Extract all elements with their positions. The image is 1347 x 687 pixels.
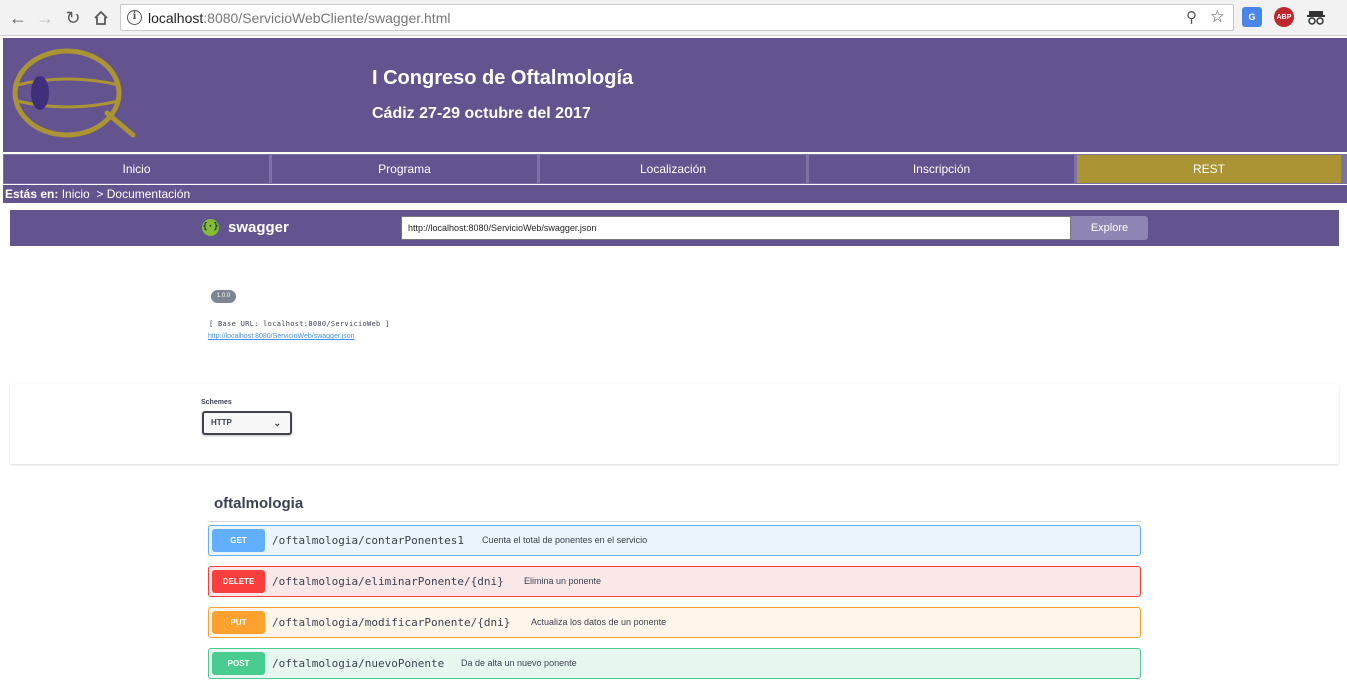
menu-item-rest[interactable]: REST — [1077, 155, 1341, 183]
base-url: [ Base URL: localhost:8080/ServicioWeb ] — [209, 320, 390, 328]
tag-title[interactable]: oftalmologia — [214, 495, 303, 512]
chevron-down-icon: ⌄ — [273, 418, 281, 428]
reload-icon[interactable]: ↻ — [61, 6, 85, 30]
operation-get[interactable]: GET /oftalmologia/contarPonentes1 Cuenta… — [208, 525, 1141, 556]
adblock-extension-label: ABP — [1276, 13, 1292, 21]
site-header: I Congreso de Oftalmología Cádiz 27-29 o… — [3, 38, 1347, 152]
site-title: I Congreso de Oftalmología — [372, 67, 634, 89]
translate-extension-label: G — [1248, 12, 1256, 22]
method-badge: GET — [212, 529, 265, 552]
breadcrumb: Estás en: Inicio > Documentación — [3, 185, 1347, 203]
operation-path: /oftalmologia/contarPonentes1 — [272, 534, 465, 547]
address-bar[interactable]: i localhost:8080/ServicioWebCliente/swag… — [120, 4, 1234, 31]
spec-link[interactable]: http://localhost:8080/ServicioWeb/swagge… — [208, 333, 355, 340]
menu-item-inscripcion[interactable]: Inscripción — [809, 155, 1074, 183]
zoom-icon[interactable]: ⚲ — [1186, 8, 1197, 26]
adblock-extension-icon[interactable]: ABP — [1274, 7, 1294, 27]
translate-extension-icon[interactable]: G — [1242, 7, 1262, 27]
address-path: :8080/ServicioWebCliente/swagger.html — [203, 10, 451, 26]
method-badge: DELETE — [212, 570, 265, 593]
swagger-topbar: {·} swagger Explore — [10, 210, 1339, 246]
operation-put[interactable]: PUT /oftalmologia/modificarPonente/{dni}… — [208, 607, 1141, 638]
site-subtitle: Cádiz 27-29 octubre del 2017 — [372, 105, 591, 122]
method-badge: PUT — [212, 611, 265, 634]
forward-arrow-icon[interactable]: → — [33, 6, 57, 30]
main-menu: Inicio Programa Localización Inscripción… — [3, 154, 1347, 184]
schemes-select[interactable]: HTTP ⌄ — [202, 411, 292, 435]
swagger-brand: swagger — [228, 219, 289, 236]
address-host: localhost — [148, 10, 204, 26]
page-content: I Congreso de Oftalmología Cádiz 27-29 o… — [0, 36, 1347, 687]
breadcrumb-home-link[interactable]: Inicio — [62, 187, 90, 201]
menu-item-programa[interactable]: Programa — [272, 155, 537, 183]
schemes-selected-value: HTTP — [211, 418, 232, 427]
operation-summary: Cuenta el total de ponentes en el servic… — [482, 535, 648, 545]
incognito-extension-icon[interactable] — [1306, 7, 1326, 27]
schemes-label: Schemes — [201, 399, 232, 406]
operation-summary: Elimina un ponente — [524, 576, 602, 586]
browser-toolbar: ← → ↻ i localhost:8080/ServicioWebClient… — [0, 0, 1347, 36]
method-badge: POST — [212, 652, 265, 675]
breadcrumb-separator: > — [96, 187, 104, 201]
operation-path: /oftalmologia/modificarPonente/{dni} — [272, 616, 511, 629]
operation-delete[interactable]: DELETE /oftalmologia/eliminarPonente/{dn… — [208, 566, 1141, 597]
explore-button[interactable]: Explore — [1071, 216, 1148, 240]
spec-url-input[interactable] — [401, 216, 1071, 240]
tag-divider — [208, 521, 1141, 522]
bookmark-star-icon[interactable]: ☆ — [1210, 7, 1225, 27]
breadcrumb-current: Documentación — [106, 187, 191, 201]
home-icon[interactable] — [89, 6, 113, 30]
menu-item-inicio[interactable]: Inicio — [4, 155, 269, 183]
operation-path: /oftalmologia/eliminarPonente/{dni} — [272, 575, 504, 588]
address-url: localhost:8080/ServicioWebCliente/swagge… — [148, 10, 450, 26]
operation-path: /oftalmologia/nuevoPonente — [272, 657, 445, 670]
breadcrumb-prefix: Estás en: — [5, 187, 59, 201]
operation-post[interactable]: POST /oftalmologia/nuevoPonente Da de al… — [208, 648, 1141, 679]
back-arrow-icon[interactable]: ← — [6, 6, 30, 30]
schemes-panel: Schemes HTTP ⌄ — [10, 384, 1339, 464]
menu-item-localizacion[interactable]: Localización — [540, 155, 806, 183]
site-info-icon[interactable]: i — [127, 10, 142, 25]
version-badge: 1.0.0 — [211, 290, 236, 303]
eye-logo-icon — [12, 48, 136, 138]
swagger-logo-icon: {·} — [202, 219, 219, 236]
operation-summary: Da de alta un nuevo ponente — [461, 658, 577, 668]
operation-summary: Actualiza los datos de un ponente — [531, 617, 667, 627]
